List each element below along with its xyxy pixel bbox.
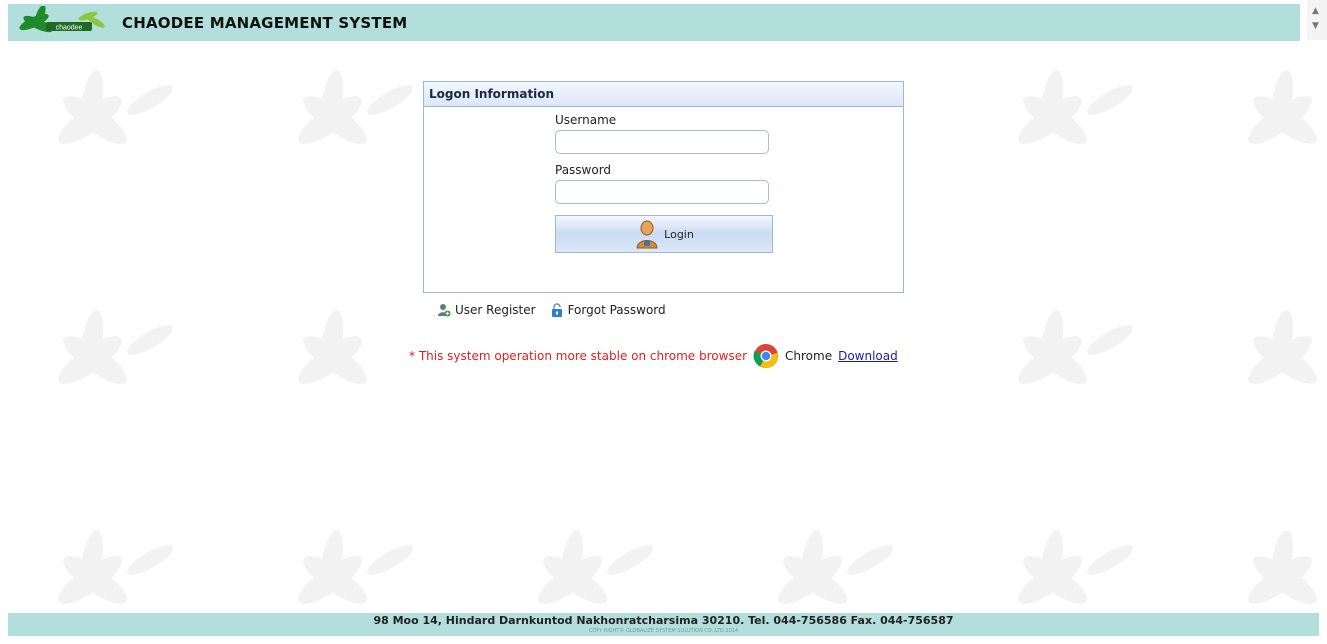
footer-copyright: COPY RIGHT© GLOBALIZE SYSTEM SOLUTION CO… <box>588 628 739 634</box>
chrome-label: Chrome <box>785 349 833 363</box>
password-label: Password <box>555 163 612 177</box>
watermark-icon <box>50 300 200 420</box>
watermark-icon <box>1010 60 1160 180</box>
username-label: Username <box>555 113 617 127</box>
forgot-password-label: Forgot Password <box>567 303 666 317</box>
login-label: Login <box>664 227 694 241</box>
forgot-password-link[interactable]: Forgot Password <box>550 303 666 317</box>
browser-notice-message: * This system operation more stable on c… <box>409 349 748 363</box>
watermark-icon <box>1240 300 1327 420</box>
footer-address: 98 Moo 14, Hindard Darnkuntod Nakhonratc… <box>373 614 954 627</box>
browser-notice: * This system operation more stable on c… <box>409 343 898 369</box>
logon-panel-title: Logon Information <box>424 82 903 107</box>
page-footer: 98 Moo 14, Hindard Darnkuntod Nakhonratc… <box>8 613 1319 636</box>
watermark-icon <box>1240 60 1327 180</box>
scroll-down-arrow-icon[interactable]: ▼ <box>1312 22 1319 31</box>
watermark-icon <box>1010 300 1160 420</box>
password-input[interactable] <box>555 180 769 204</box>
watermark-icon <box>50 60 200 180</box>
username-input[interactable] <box>555 130 769 154</box>
user-register-label: User Register <box>455 303 536 317</box>
chaodee-logo: chaodee <box>19 6 105 33</box>
chrome-icon <box>753 344 779 368</box>
unlock-icon <box>551 303 562 317</box>
logon-panel: Logon Information Username Password Logi… <box>423 81 904 293</box>
account-links: User Register Forgot Password <box>437 303 680 317</box>
page-scrollbar[interactable]: ▲ ▼ <box>1307 0 1327 40</box>
login-button[interactable]: Login <box>555 215 773 253</box>
app-title: CHAODEE MANAGEMENT SYSTEM <box>122 13 408 32</box>
app-header: chaodee CHAODEE MANAGEMENT SYSTEM <box>8 4 1300 41</box>
user-icon <box>636 220 658 249</box>
svg-text:chaodee: chaodee <box>56 25 83 32</box>
user-add-icon <box>438 304 451 317</box>
chrome-download-link[interactable]: Download <box>838 349 898 363</box>
watermark-icon <box>290 60 440 180</box>
user-register-link[interactable]: User Register <box>437 303 536 317</box>
scroll-up-arrow-icon[interactable]: ▲ <box>1312 7 1319 16</box>
